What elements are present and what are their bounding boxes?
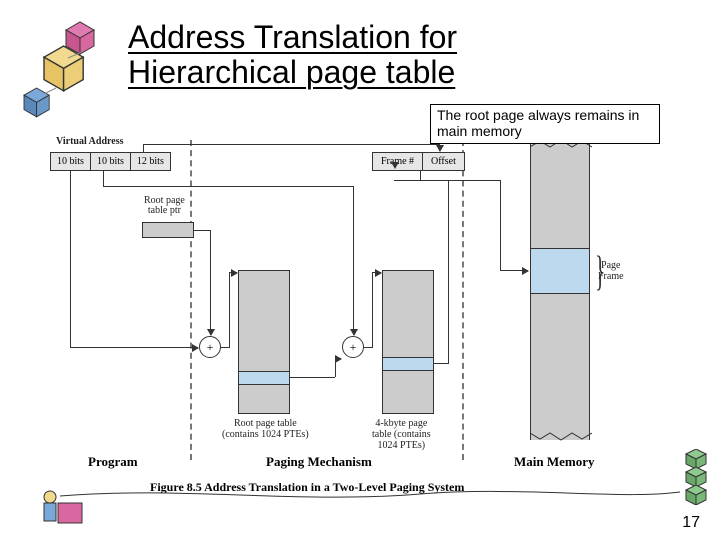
plus-1: +: [207, 340, 214, 354]
leaf-caption-l2: table (contains: [372, 429, 431, 440]
section-program: Program: [88, 454, 138, 470]
root-table-caption: Root page table (contains 1024 PTEs): [222, 418, 309, 440]
page-number: 17: [682, 514, 700, 532]
frame-offset-box: Frame # Offset: [372, 152, 465, 171]
wire: [210, 230, 211, 335]
section-memory: Main Memory: [514, 454, 595, 470]
title-line1: Address Translation for: [128, 19, 457, 55]
leaf-table-entry: [383, 357, 433, 371]
leaf-page-table: [382, 270, 434, 414]
wire: [420, 170, 421, 180]
slide-title: Address Translation for Hierarchical pag…: [128, 20, 457, 90]
wire: [70, 170, 71, 347]
wire: [290, 377, 335, 378]
slide: Address Translation for Hierarchical pag…: [0, 0, 720, 540]
root-ptr-label-l2: table ptr: [148, 205, 181, 216]
decorative-cubes-top-left: [20, 18, 120, 118]
note-box: The root page always remains in main mem…: [430, 104, 660, 144]
root-table-entry: [239, 371, 289, 385]
wire: [103, 186, 353, 187]
memory-jagged-bottom-icon: [530, 431, 592, 441]
leaf-caption-l3: 1024 PTEs): [378, 440, 426, 451]
plus-2: +: [350, 340, 357, 354]
wire: [372, 272, 373, 348]
wire: [434, 363, 448, 364]
wire: [229, 272, 237, 273]
divider-1: [190, 140, 192, 460]
wire: [335, 358, 341, 359]
va-field-3: 12 bits: [131, 153, 170, 170]
adder-2: +: [342, 336, 364, 358]
root-caption-l1: Root page table: [234, 418, 297, 429]
wire: [353, 186, 354, 335]
virtual-address-label: Virtual Address: [56, 136, 124, 147]
divider-2: [462, 140, 464, 460]
pf-l1: Page: [601, 260, 620, 271]
section-paging: Paging Mechanism: [266, 454, 372, 470]
footer-wave-icon: [60, 482, 680, 502]
wire: [194, 230, 210, 231]
root-page-table: [238, 270, 290, 414]
wire: [420, 180, 500, 181]
root-ptr-box: [142, 222, 194, 238]
main-memory-column: [530, 140, 590, 440]
frame-field-2: Offset: [423, 153, 464, 170]
wire: [500, 180, 501, 270]
stacked-cubes-icon: [684, 449, 712, 505]
wire: [221, 347, 229, 348]
root-ptr-label: Root page table ptr: [144, 196, 185, 216]
page-frame: [531, 248, 589, 294]
adder-1: +: [199, 336, 221, 358]
wire: [143, 144, 144, 152]
wire: [500, 270, 528, 271]
decorative-figure-bottom-left: [36, 487, 86, 534]
pf-l2: Frame: [598, 271, 624, 282]
wire: [143, 144, 439, 145]
virtual-address-box: 10 bits 10 bits 12 bits: [50, 152, 171, 171]
cubes-icon: [20, 18, 130, 128]
title-line2: Hierarchical page table: [128, 54, 455, 90]
wire: [372, 272, 381, 273]
leaf-table-caption: 4-kbyte page table (contains 1024 PTEs): [372, 418, 431, 451]
wire: [439, 144, 440, 151]
wire: [103, 170, 104, 186]
decorative-cubes-bottom-right: [684, 449, 712, 510]
wire: [229, 272, 230, 348]
page-frame-label: Page Frame: [598, 260, 624, 282]
va-field-1: 10 bits: [51, 153, 91, 170]
leaf-caption-l1: 4-kbyte page: [375, 418, 427, 429]
note-text: The root page always remains in main mem…: [437, 107, 639, 139]
wire: [448, 180, 449, 364]
wire: [70, 347, 198, 348]
root-caption-l2: (contains 1024 PTEs): [222, 429, 309, 440]
va-field-2: 10 bits: [91, 153, 131, 170]
wire: [364, 347, 372, 348]
diagram: Virtual Address 10 bits 10 bits 12 bits …: [40, 140, 680, 490]
person-icon: [36, 487, 86, 529]
